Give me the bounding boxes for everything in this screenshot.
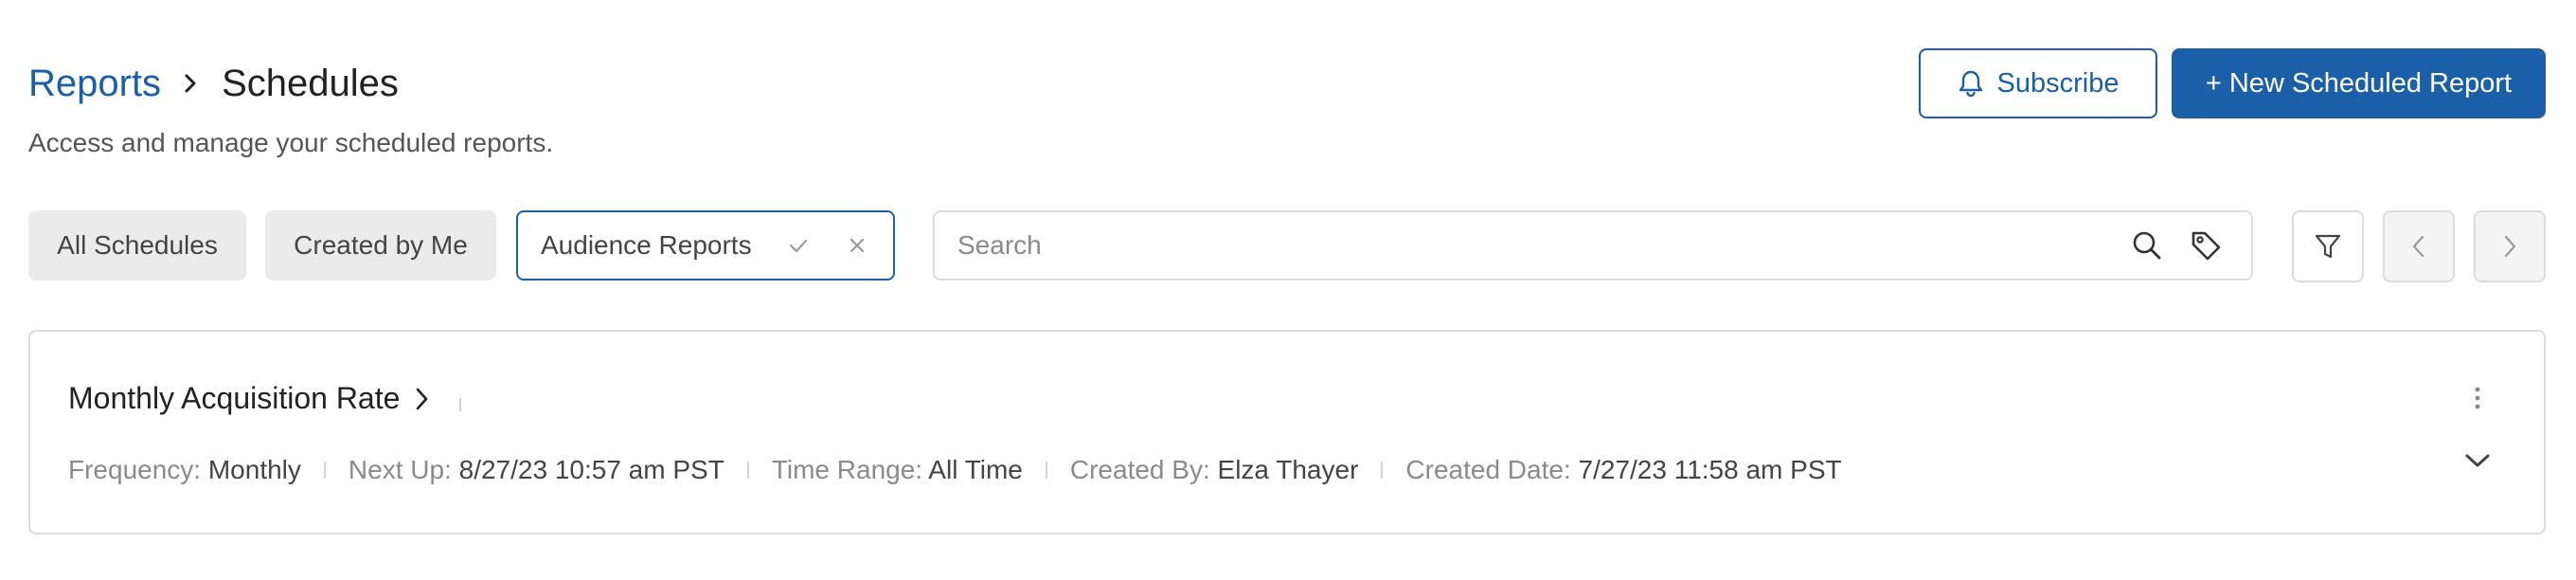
meta-label: Created Date: bbox=[1405, 455, 1571, 484]
filter-chip-audience-reports[interactable]: Audience Reports bbox=[516, 210, 895, 281]
meta-value: All Time bbox=[928, 455, 1023, 484]
chevron-right-icon bbox=[2499, 234, 2520, 259]
filter-chip-created-by-me[interactable]: Created by Me bbox=[265, 210, 496, 281]
meta-divider bbox=[1045, 462, 1047, 479]
search-icon[interactable] bbox=[2124, 223, 2170, 268]
meta-divider bbox=[1381, 462, 1384, 479]
chevron-right-icon bbox=[413, 386, 430, 412]
bell-icon bbox=[1958, 69, 1984, 98]
new-scheduled-report-label: + New Scheduled Report bbox=[2205, 67, 2513, 99]
kebab-icon[interactable] bbox=[2459, 379, 2496, 417]
search-box bbox=[933, 210, 2253, 281]
close-icon[interactable] bbox=[834, 223, 880, 268]
meta-label: Frequency: bbox=[68, 455, 202, 484]
schedule-card: Monthly Acquisition Rate Frequency: Mont… bbox=[28, 330, 2546, 535]
meta-value: 8/27/23 10:57 am PST bbox=[458, 455, 724, 484]
new-scheduled-report-button[interactable]: + New Scheduled Report bbox=[2172, 48, 2546, 118]
breadcrumb-separator-icon bbox=[180, 73, 201, 94]
filter-chip-all-schedules[interactable]: All Schedules bbox=[28, 210, 246, 281]
meta-value: Elza Thayer bbox=[1217, 455, 1359, 484]
page-title: Schedules bbox=[222, 63, 399, 104]
breadcrumb-reports-link[interactable]: Reports bbox=[28, 61, 161, 106]
title-divider bbox=[459, 398, 461, 411]
chevron-down-icon[interactable] bbox=[2455, 438, 2500, 483]
next-page-button[interactable] bbox=[2474, 210, 2546, 282]
chip-label: All Schedules bbox=[57, 230, 218, 260]
schedule-title: Monthly Acquisition Rate bbox=[68, 381, 401, 415]
prev-page-button[interactable] bbox=[2383, 210, 2455, 282]
chip-label: Created by Me bbox=[294, 230, 468, 260]
meta-divider bbox=[323, 462, 326, 479]
meta-divider bbox=[746, 462, 749, 479]
meta-next-up: Next Up: 8/27/23 10:57 am PST bbox=[349, 455, 724, 485]
check-icon[interactable] bbox=[776, 223, 821, 268]
meta-value: Monthly bbox=[207, 455, 301, 484]
chip-label: Audience Reports bbox=[541, 230, 752, 260]
meta-created-by: Created By: Elza Thayer bbox=[1070, 455, 1359, 485]
schedule-title-link[interactable]: Monthly Acquisition Rate bbox=[68, 381, 430, 416]
meta-frequency: Frequency: Monthly bbox=[68, 455, 301, 485]
breadcrumb: Reports Schedules bbox=[28, 61, 399, 106]
search-input[interactable] bbox=[935, 216, 2124, 275]
subscribe-button[interactable]: Subscribe bbox=[1919, 48, 2157, 118]
meta-time-range: Time Range: All Time bbox=[772, 455, 1023, 485]
chevron-left-icon bbox=[2408, 234, 2429, 259]
meta-label: Next Up: bbox=[348, 455, 452, 484]
meta-value: 7/27/23 11:58 am PST bbox=[1578, 455, 1842, 484]
subscribe-button-label: Subscribe bbox=[1996, 67, 2120, 99]
meta-created-date: Created Date: 7/27/23 11:58 am PST bbox=[1405, 455, 1841, 485]
tag-icon[interactable] bbox=[2183, 223, 2228, 268]
schedules-page: Reports Schedules Access and manage your… bbox=[0, 0, 2576, 580]
meta-label: Time Range: bbox=[771, 455, 923, 484]
filter-icon bbox=[2314, 232, 2342, 261]
filter-button[interactable] bbox=[2292, 210, 2364, 282]
schedule-meta: Frequency: Monthly Next Up: 8/27/23 10:5… bbox=[68, 455, 1842, 485]
page-subtitle: Access and manage your scheduled reports… bbox=[28, 128, 554, 157]
meta-label: Created By: bbox=[1069, 455, 1210, 484]
